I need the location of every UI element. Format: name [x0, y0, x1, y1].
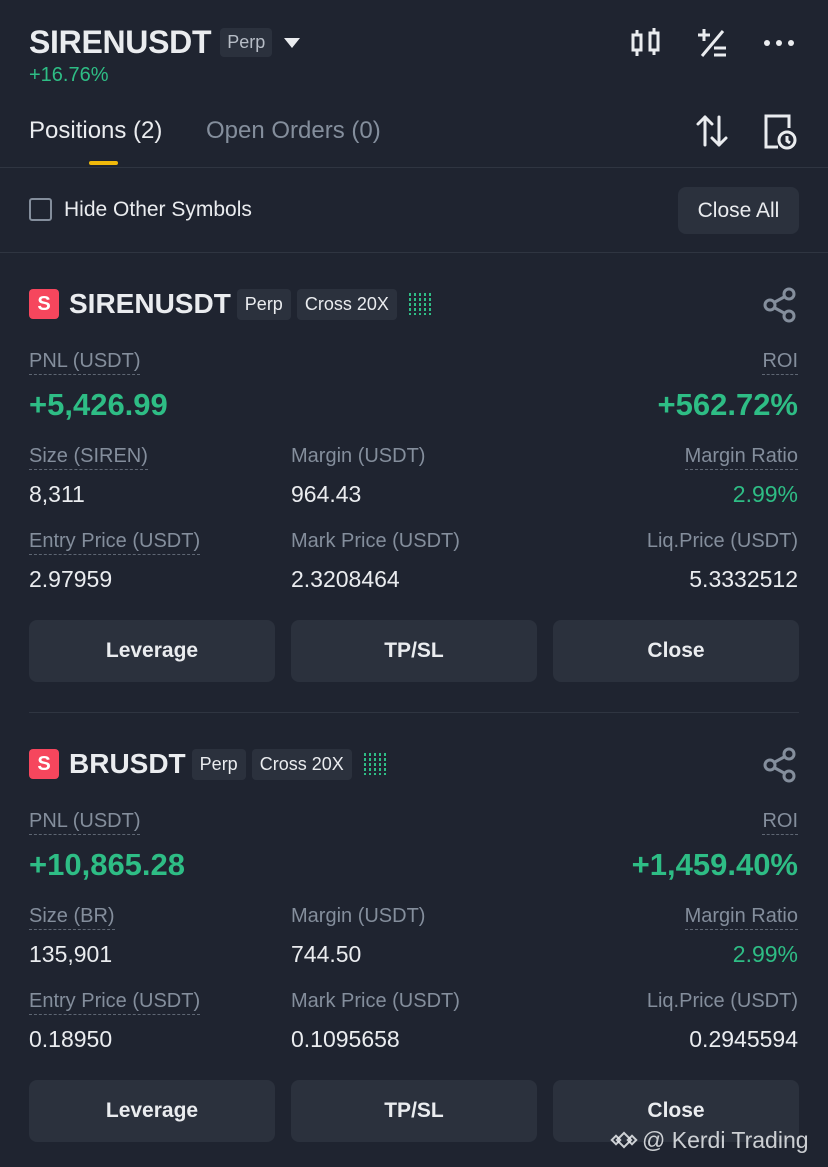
margin-label: Margin (USDT) — [291, 445, 426, 467]
pnl-label: PNL (USDT) — [29, 350, 141, 375]
entry-price-label: Entry Price (USDT) — [29, 530, 201, 555]
binance-logo-icon — [610, 1131, 638, 1149]
hide-other-symbols-label: Hide Other Symbols — [64, 198, 252, 221]
pnl-value: +5,426.99 — [29, 387, 168, 422]
calculator-icon[interactable] — [695, 26, 729, 60]
liq-price-value: 5.3332512 — [689, 566, 798, 592]
symbol-selector[interactable]: SIRENUSDT Perp — [29, 24, 301, 61]
sort-icon[interactable] — [694, 113, 730, 151]
mark-price-value: 2.3208464 — [291, 566, 400, 592]
mark-price-label: Mark Price (USDT) — [291, 530, 460, 552]
symbol-title: SIRENUSDT — [29, 24, 212, 60]
margin-ratio-label: Margin Ratio — [684, 445, 798, 470]
tab-open-orders[interactable]: Open Orders (0) — [206, 117, 381, 145]
position-type-badge: Perp — [191, 748, 246, 780]
margin-ratio-value: 2.99% — [732, 941, 798, 967]
tab-positions[interactable]: Positions (2) — [29, 117, 162, 145]
chevron-down-icon[interactable] — [284, 37, 301, 48]
active-tab-indicator — [89, 161, 118, 165]
entry-price-label: Entry Price (USDT) — [29, 990, 201, 1015]
margin-ratio-label: Margin Ratio — [684, 905, 798, 930]
margin-ratio-value: 2.99% — [732, 481, 798, 507]
share-icon[interactable] — [762, 747, 798, 783]
history-icon[interactable] — [762, 113, 798, 151]
close-all-button[interactable]: Close All — [678, 187, 799, 234]
position-symbol[interactable]: SIRENUSDT — [69, 288, 231, 320]
leverage-button[interactable]: Leverage — [29, 1080, 275, 1142]
candlestick-chart-icon[interactable] — [629, 26, 663, 60]
short-side-badge: S — [29, 749, 59, 779]
liq-price-label: Liq.Price (USDT) — [646, 990, 798, 1012]
adl-indicator-icon — [363, 753, 386, 775]
leverage-button[interactable]: Leverage — [29, 620, 275, 682]
entry-price-value: 0.18950 — [29, 1026, 113, 1052]
size-label: Size (SIREN) — [29, 445, 148, 470]
position-type-badge: Perp — [236, 288, 291, 320]
contract-type-badge: Perp — [220, 28, 273, 57]
mark-price-label: Mark Price (USDT) — [291, 990, 460, 1012]
position-symbol[interactable]: BRUSDT — [69, 748, 186, 780]
tab-bar: Positions (2) Open Orders (0) — [0, 100, 828, 168]
pnl-label: PNL (USDT) — [29, 810, 141, 835]
filter-row: Hide Other Symbols Close All — [0, 169, 828, 253]
watermark-text: @ Kerdi Trading — [642, 1126, 809, 1153]
more-icon[interactable] — [762, 26, 796, 60]
size-value: 8,311 — [29, 481, 85, 507]
margin-value: 964.43 — [291, 481, 362, 507]
margin-mode-badge[interactable]: Cross 20X — [296, 288, 397, 320]
header: SIRENUSDT Perp +16.76% — [0, 0, 828, 100]
position-header: S SIRENUSDT Perp Cross 20X — [29, 287, 431, 321]
adl-indicator-icon — [408, 293, 431, 315]
liq-price-value: 0.2945594 — [689, 1026, 798, 1052]
watermark: @ Kerdi Trading — [610, 1126, 809, 1154]
roi-label: ROI — [762, 810, 798, 835]
pnl-value: +10,865.28 — [29, 847, 186, 882]
margin-value: 744.50 — [291, 941, 362, 967]
entry-price-value: 2.97959 — [29, 566, 113, 592]
margin-mode-badge[interactable]: Cross 20X — [251, 748, 352, 780]
price-change: +16.76% — [29, 64, 109, 86]
short-side-badge: S — [29, 289, 59, 319]
size-value: 135,901 — [29, 941, 113, 967]
tp-sl-button[interactable]: TP/SL — [291, 620, 537, 682]
margin-label: Margin (USDT) — [291, 905, 426, 927]
share-icon[interactable] — [762, 287, 798, 323]
liq-price-label: Liq.Price (USDT) — [646, 530, 798, 552]
roi-label: ROI — [762, 350, 798, 375]
close-position-button[interactable]: Close — [553, 620, 799, 682]
size-label: Size (BR) — [29, 905, 115, 930]
roi-value: +1,459.40% — [631, 847, 798, 882]
tp-sl-button[interactable]: TP/SL — [291, 1080, 537, 1142]
mark-price-value: 0.1095658 — [291, 1026, 400, 1052]
roi-value: +562.72% — [657, 387, 798, 422]
hide-other-symbols-checkbox[interactable] — [29, 198, 52, 221]
position-divider — [29, 712, 799, 713]
position-header: S BRUSDT Perp Cross 20X — [29, 747, 386, 781]
